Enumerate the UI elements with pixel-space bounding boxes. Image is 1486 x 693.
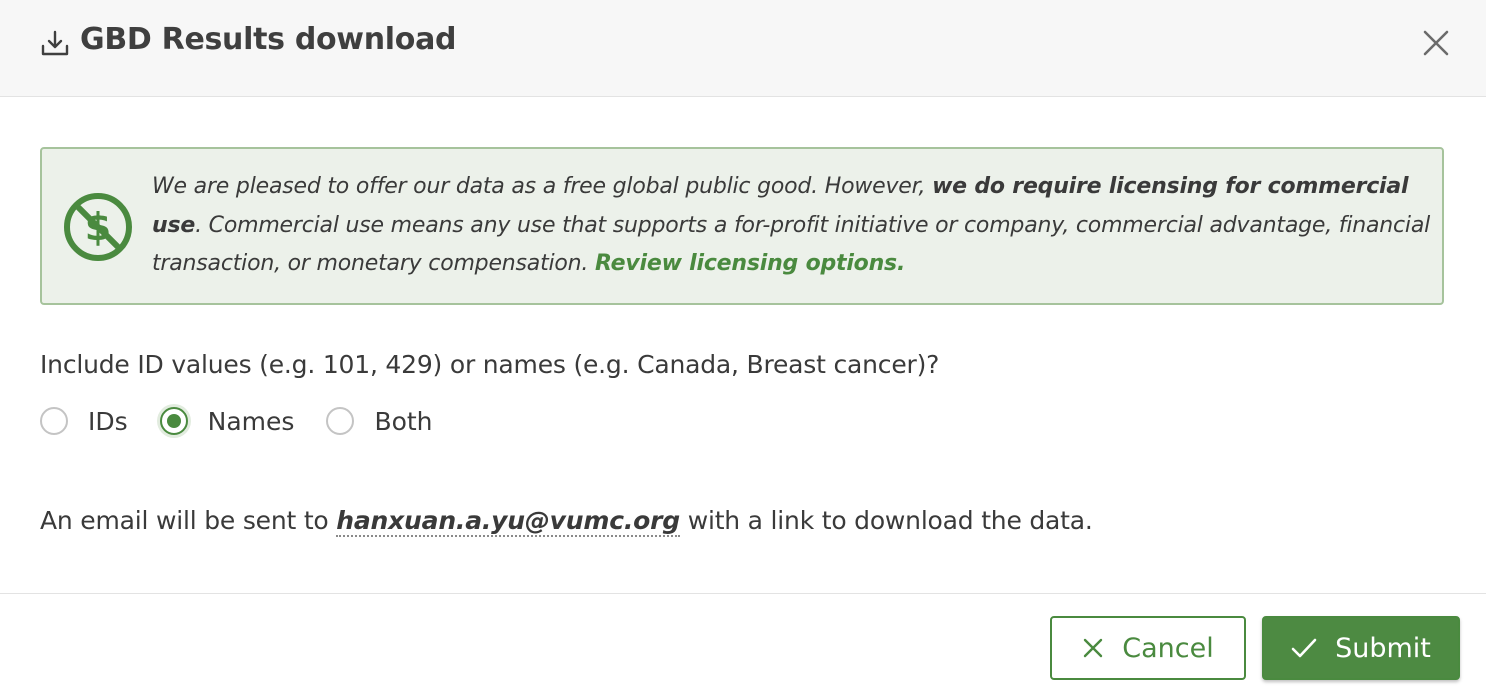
radio-both-label[interactable]: Both [374, 407, 432, 436]
review-licensing-link[interactable]: Review licensing options. [595, 251, 905, 276]
modal-header: GBD Results download [0, 0, 1486, 97]
id-name-radio-group: IDs Names Both [40, 403, 465, 439]
email-notice-suffix: with a link to download the data. [679, 506, 1093, 535]
licensing-notice: $ We are pleased to offer our data as a … [40, 147, 1444, 305]
radio-both-circle[interactable] [326, 407, 355, 435]
notice-text: We are pleased to offer our data as a fr… [152, 168, 1432, 284]
submit-button-label: Submit [1335, 632, 1431, 664]
notice-text-part1: We are pleased to offer our data as a fr… [152, 174, 933, 199]
radio-ids-circle[interactable] [40, 407, 68, 435]
close-icon [1084, 638, 1103, 658]
download-modal: GBD Results download $ We are pleased to… [0, 0, 1486, 693]
download-icon [41, 30, 69, 56]
radio-ids[interactable]: IDs [40, 407, 128, 436]
modal-title: GBD Results download [80, 22, 457, 57]
cancel-button[interactable]: Cancel [1050, 616, 1246, 680]
radio-ids-label[interactable]: IDs [88, 407, 128, 436]
email-notice: An email will be sent to hanxuan.a.yu@vu… [40, 506, 1093, 537]
cancel-button-label: Cancel [1122, 632, 1214, 664]
close-icon[interactable] [1420, 27, 1452, 59]
no-dollar-icon: $ [64, 193, 132, 261]
email-address[interactable]: hanxuan.a.yu@vumc.org [336, 506, 680, 537]
email-notice-prefix: An email will be sent to [40, 506, 337, 535]
radio-names-circle[interactable] [159, 407, 188, 435]
check-icon [1291, 638, 1317, 658]
radio-both[interactable]: Both [326, 407, 433, 436]
modal-footer: Cancel Submit [0, 593, 1486, 693]
svg-text:$: $ [85, 205, 111, 249]
id-name-question: Include ID values (e.g. 101, 429) or nam… [40, 350, 940, 379]
submit-button[interactable]: Submit [1262, 616, 1460, 680]
radio-names-label[interactable]: Names [208, 407, 295, 436]
radio-names[interactable]: Names [159, 407, 295, 436]
